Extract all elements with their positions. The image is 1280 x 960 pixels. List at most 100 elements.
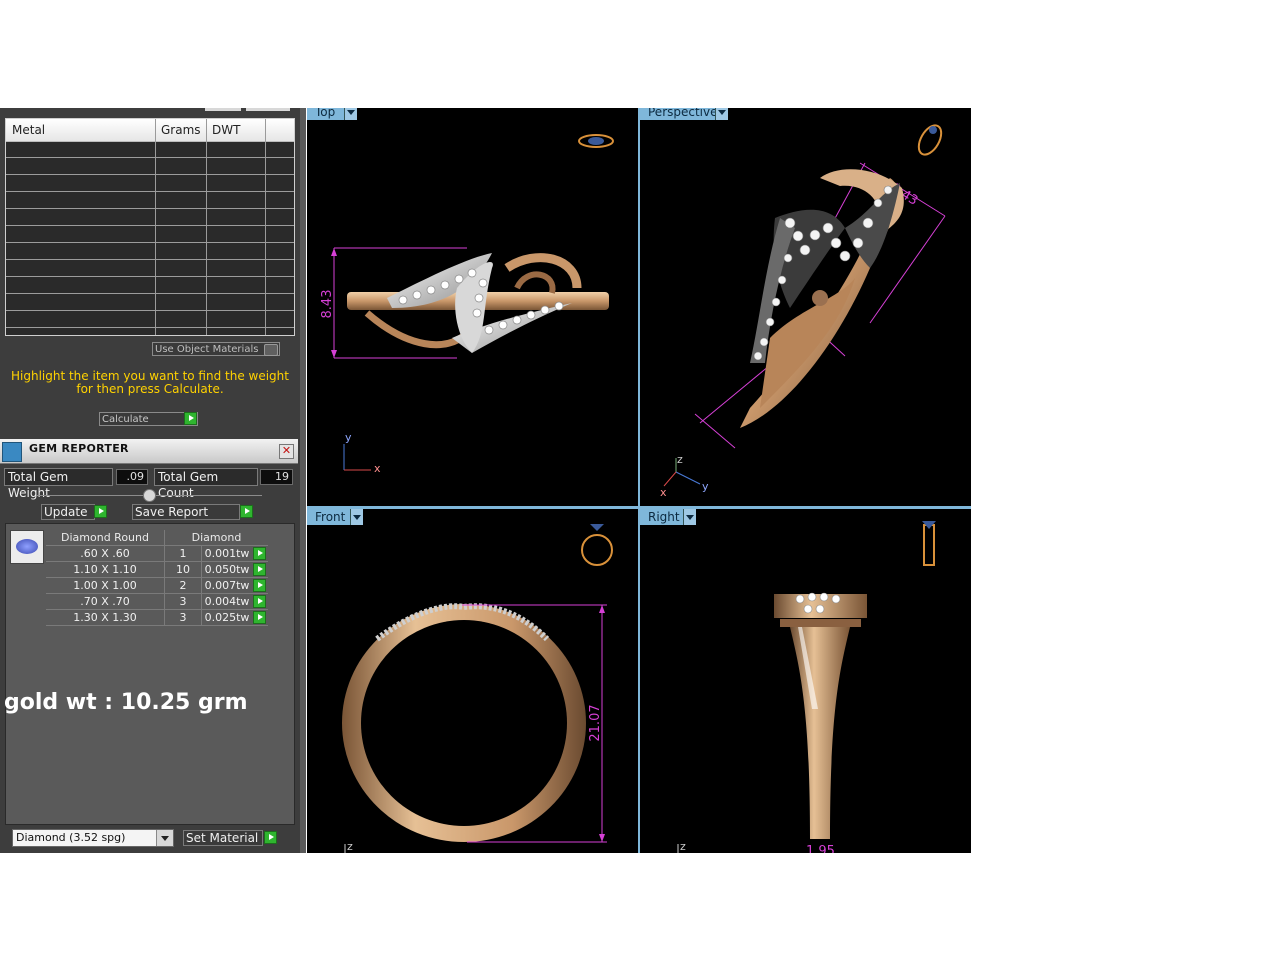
table-row[interactable] — [6, 327, 294, 328]
table-row[interactable] — [6, 242, 294, 243]
axis-x-label: x — [374, 462, 381, 475]
gem-size: 1.30 X 1.30 — [73, 611, 137, 624]
gem-count: 1 — [179, 547, 187, 560]
diamond-round-icon[interactable] — [10, 530, 44, 564]
axis-z-label: z — [347, 840, 353, 853]
perspective-viewport[interactable]: Perspective 8.43 z y x — [640, 108, 971, 506]
table-row[interactable] — [6, 293, 294, 294]
axis-z-label: z — [677, 453, 683, 466]
total-gem-weight-label: Total Gem Weight — [4, 468, 113, 500]
column-divider — [155, 119, 156, 141]
table-row[interactable] — [6, 208, 294, 209]
update-go-icon[interactable] — [94, 505, 107, 518]
right-view-render: 1.95 z — [677, 521, 936, 853]
instruction-line: for then press Calculate. — [76, 382, 224, 396]
gold-weight-annotation: gold wt : 10.25 grm — [4, 690, 248, 715]
axis-x-label: x — [660, 486, 667, 499]
gem-list-area: Diamond Round Diamond .60 X .60 1 0.001t… — [5, 523, 295, 825]
gem-type-header: Diamond — [191, 531, 242, 544]
gem-count: 10 — [176, 563, 190, 576]
set-material-button[interactable]: Set Material — [183, 830, 263, 846]
gem-table-header: Diamond Round Diamond — [46, 530, 268, 546]
top-dimension: 8.43 — [320, 290, 335, 319]
splitter-handle[interactable] — [143, 489, 156, 502]
total-gem-weight-value: .09 — [116, 469, 148, 485]
table-row[interactable] — [6, 225, 294, 226]
axis-y-label: y — [702, 480, 709, 493]
column-divider — [201, 610, 202, 625]
gem-row[interactable]: 1.30 X 1.30 3 0.025tw — [46, 610, 268, 626]
row-go-icon[interactable] — [253, 579, 266, 592]
use-object-materials-label: Use Object Materials — [155, 344, 259, 355]
column-divider — [201, 546, 202, 561]
front-dimension: 21.07 — [588, 704, 603, 741]
column-divider — [164, 594, 165, 609]
instruction-text: Highlight the item you want to find the … — [8, 370, 292, 396]
column-divider — [164, 546, 165, 561]
material-select[interactable]: Diamond (3.52 spg) — [12, 829, 174, 847]
top-view-render: 8.43 y x — [320, 134, 614, 475]
table-row[interactable] — [6, 174, 294, 175]
table-row[interactable] — [6, 276, 294, 277]
column-divider — [206, 119, 207, 141]
gem-weight: 0.007tw — [204, 579, 250, 592]
metal-weight-table[interactable]: Metal Grams DWT — [5, 118, 295, 336]
row-go-icon[interactable] — [253, 547, 266, 560]
gem-weight: 0.001tw — [204, 547, 250, 560]
gem-size: 1.00 X 1.00 — [73, 579, 137, 592]
calculate-label: Calculate — [102, 414, 149, 425]
gem-reporter-icon — [2, 442, 22, 462]
column-divider — [265, 141, 266, 335]
column-divider — [164, 530, 165, 545]
table-row[interactable] — [6, 191, 294, 192]
gem-shape-header: Diamond Round — [61, 531, 149, 544]
use-object-materials-checkbox[interactable]: Use Object Materials — [152, 342, 280, 356]
gem-table: Diamond Round Diamond .60 X .60 1 0.001t… — [46, 530, 268, 626]
save-report-button[interactable]: Save Report — [132, 504, 240, 520]
column-divider — [164, 562, 165, 577]
table-row[interactable] — [6, 259, 294, 260]
column-divider — [155, 141, 156, 335]
close-icon[interactable]: ✕ — [279, 444, 294, 459]
panel-top-control[interactable] — [246, 108, 290, 111]
toggle-icon[interactable] — [264, 344, 278, 356]
chevron-down-icon[interactable] — [156, 830, 173, 846]
set-material-go-icon[interactable] — [264, 831, 277, 844]
update-button[interactable]: Update — [41, 504, 95, 520]
row-go-icon[interactable] — [253, 611, 266, 624]
right-viewport[interactable]: Right 1.95 z — [640, 509, 971, 853]
front-viewport[interactable]: Front 21.07 z — [307, 509, 638, 853]
gem-size: 1.10 X 1.10 — [73, 563, 137, 576]
column-divider — [164, 610, 165, 625]
total-gem-count-label: Total Gem Count — [154, 468, 258, 500]
axis-y-label: y — [345, 431, 352, 444]
gem-size: .70 X .70 — [80, 595, 130, 608]
total-gem-count-value: 19 — [260, 469, 293, 485]
column-divider — [164, 578, 165, 593]
left-panel: Metal Grams DWT Use Object Materials Hig… — [0, 108, 300, 853]
table-row[interactable] — [6, 157, 294, 158]
gem-count: 2 — [179, 579, 187, 592]
column-divider — [201, 594, 202, 609]
save-report-go-icon[interactable] — [240, 505, 253, 518]
column-dwt: DWT — [212, 123, 241, 137]
column-metal: Metal — [12, 123, 46, 137]
panel-splitter[interactable] — [300, 108, 306, 853]
metal-table-header: Metal Grams DWT — [6, 119, 294, 142]
row-go-icon[interactable] — [253, 595, 266, 608]
panel-top-control[interactable] — [205, 108, 241, 111]
gem-row[interactable]: .60 X .60 1 0.001tw — [46, 546, 268, 562]
axis-z-label: z — [680, 840, 686, 853]
gem-row[interactable]: .70 X .70 3 0.004tw — [46, 594, 268, 610]
top-viewport[interactable]: Top 8.43 y x — [307, 108, 638, 506]
gem-count: 3 — [179, 595, 187, 608]
table-row[interactable] — [6, 310, 294, 311]
gem-row[interactable]: 1.10 X 1.10 10 0.050tw — [46, 562, 268, 578]
gem-count: 3 — [179, 611, 187, 624]
gem-weight: 0.025tw — [204, 611, 250, 624]
calculate-go-icon[interactable] — [184, 412, 197, 425]
row-go-icon[interactable] — [253, 563, 266, 576]
column-divider — [201, 562, 202, 577]
viewport-divider — [307, 506, 971, 509]
gem-row[interactable]: 1.00 X 1.00 2 0.007tw — [46, 578, 268, 594]
